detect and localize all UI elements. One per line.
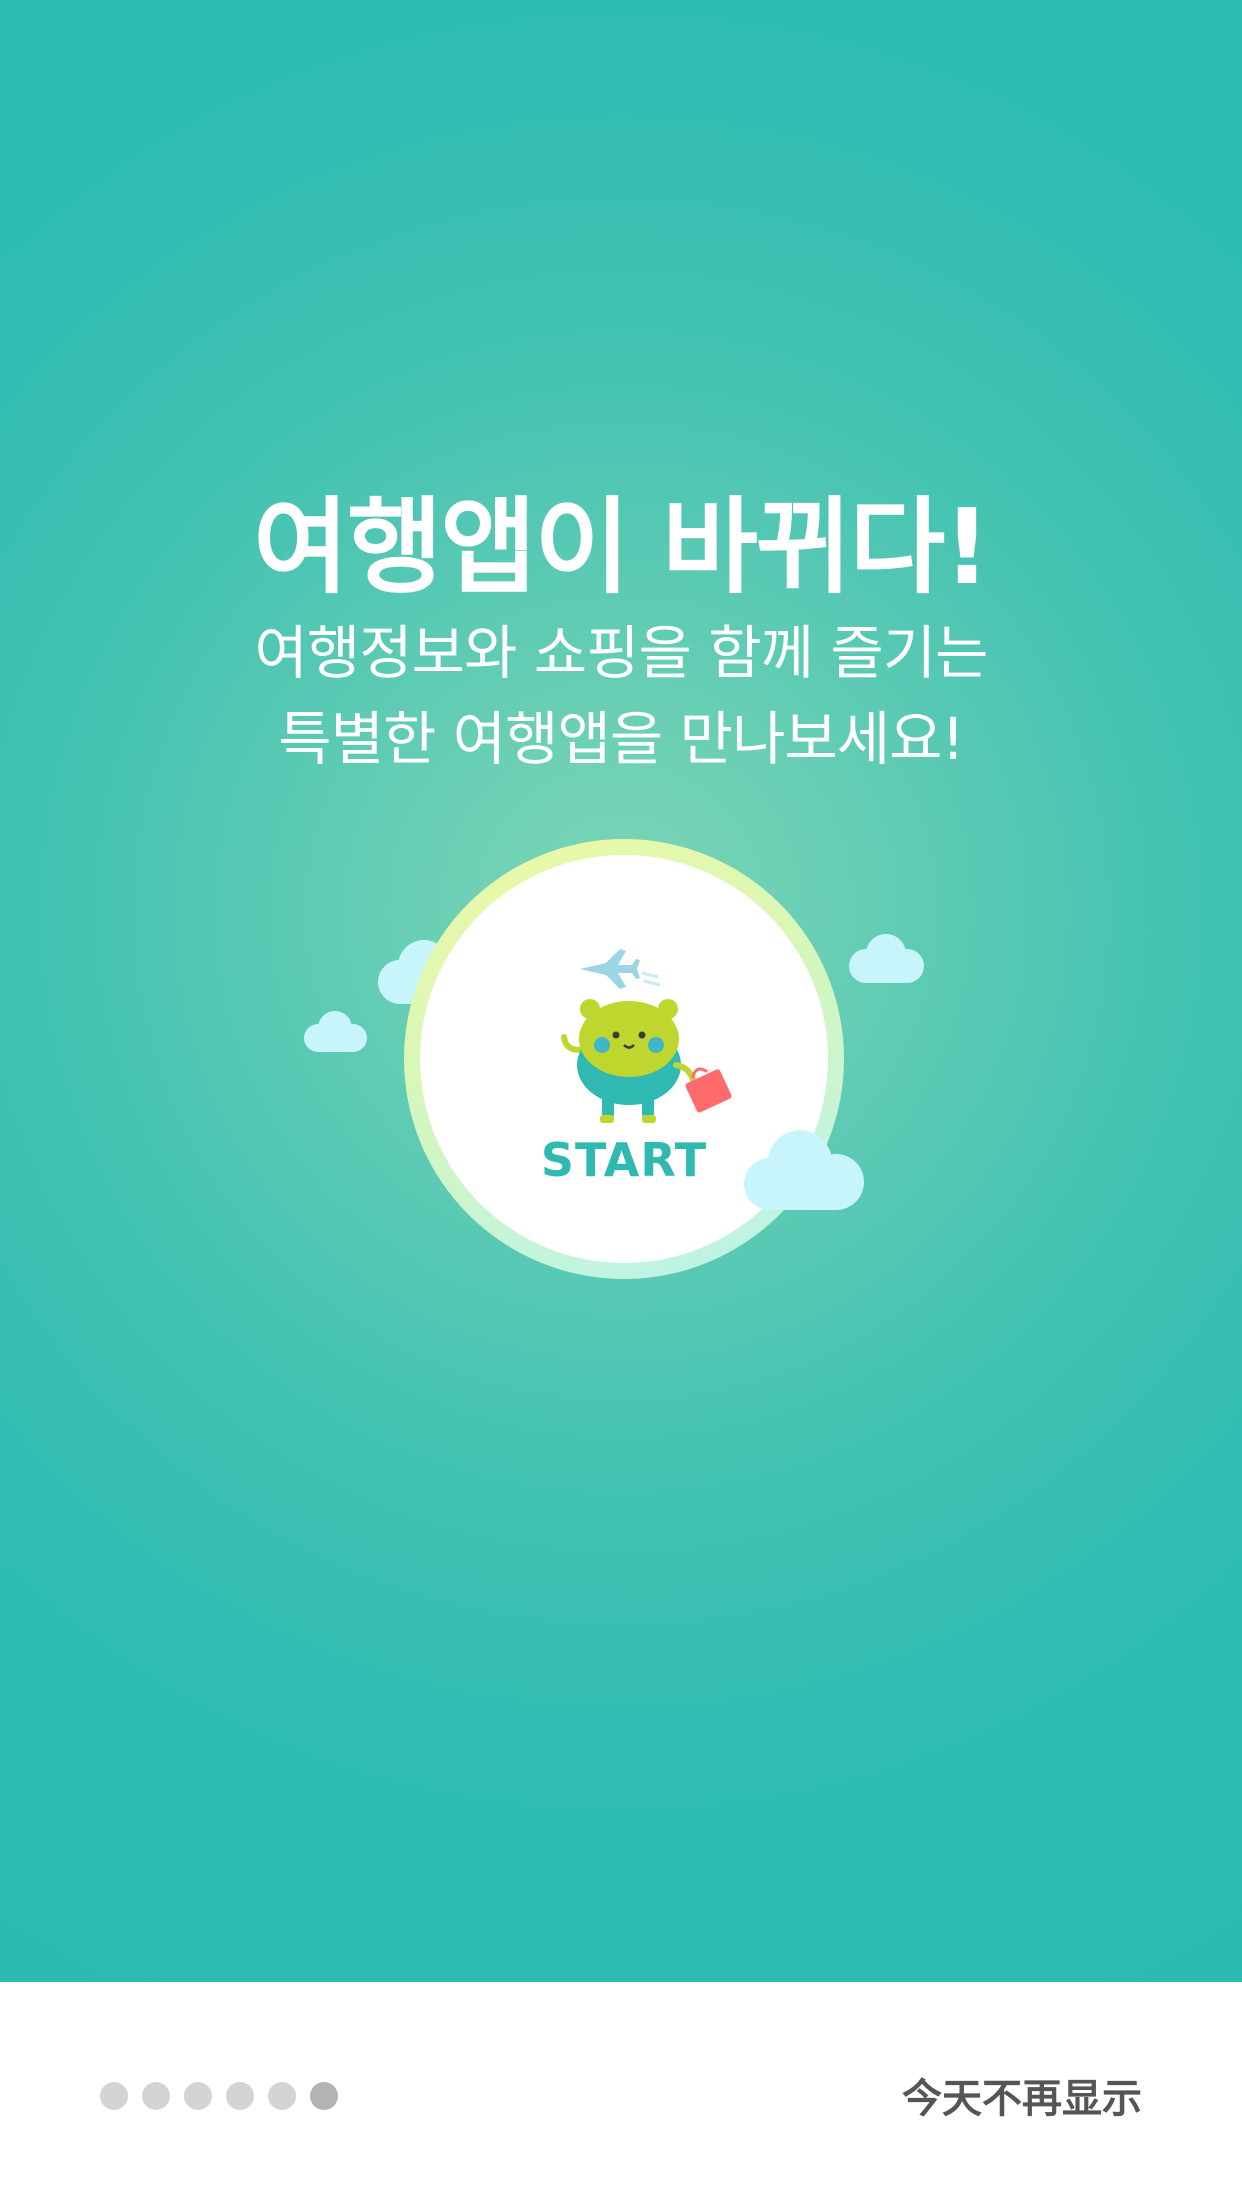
page-dot[interactable] xyxy=(268,2082,296,2110)
airplane-icon xyxy=(580,949,661,989)
cloud-icon xyxy=(849,934,924,983)
subtitle-line-1: 여행정보와 쇼핑을 함께 즐기는 xyxy=(254,619,989,687)
bear-mascot-icon xyxy=(561,949,732,1123)
page-dot[interactable] xyxy=(142,2082,170,2110)
page-dot[interactable] xyxy=(226,2082,254,2110)
page-dot[interactable] xyxy=(100,2082,128,2110)
start-button[interactable]: START xyxy=(404,839,844,1279)
subtitle-line-2: 특별한 여행앱을 만나보세요! xyxy=(278,705,964,773)
page-subtitle: 여행정보와 쇼핑을 함께 즐기는 특별한 여행앱을 만나보세요! xyxy=(0,610,1242,782)
onboarding-screen: 여행앱이 바뀌다! 여행정보와 쇼핑을 함께 즐기는 특별한 여행앱을 만나보세… xyxy=(0,0,1242,2208)
cloud-icon xyxy=(744,1130,864,1210)
page-dot-active[interactable] xyxy=(310,2082,338,2110)
page-dot[interactable] xyxy=(184,2082,212,2110)
dont-show-today-button[interactable]: 今天不再显示 xyxy=(902,2066,1142,2124)
hero-section: 여행앱이 바뀌다! 여행정보와 쇼핑을 함께 즐기는 특별한 여행앱을 만나보세… xyxy=(0,0,1242,1982)
page-indicator xyxy=(100,2082,338,2110)
page-title: 여행앱이 바뀌다! xyxy=(253,486,990,608)
cloud-icon xyxy=(304,1011,367,1052)
